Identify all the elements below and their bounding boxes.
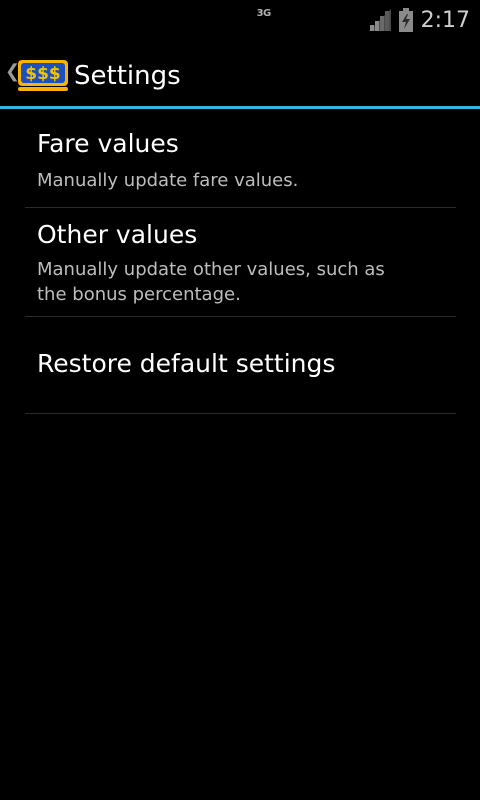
pref-title: Restore default settings — [37, 349, 336, 378]
pref-summary: Manually update other values, such as th… — [37, 259, 385, 305]
page-title: Settings — [74, 61, 181, 91]
pref-summary: Manually update fare values. — [37, 170, 299, 191]
pref-title: Fare values — [37, 129, 179, 158]
preference-list: Fare values Manually update fare values.… — [25, 109, 456, 414]
network-type-label: 3G — [256, 8, 272, 19]
battery-charging-icon — [398, 8, 413, 32]
pref-title: Other values — [37, 220, 198, 249]
signal-bars-icon — [368, 9, 391, 31]
action-bar: ❮ $$$ Settings — [0, 38, 480, 108]
status-icons: 3G 2:17 — [257, 6, 470, 34]
status-bar: 3G 2:17 — [0, 0, 480, 38]
dollar-signs-icon[interactable]: $$$ — [18, 58, 68, 92]
pref-fare-values[interactable]: Fare values Manually update fare values. — [25, 109, 456, 208]
pref-other-values[interactable]: Other values Manually update other value… — [25, 208, 456, 317]
pref-restore-defaults[interactable]: Restore default settings — [25, 317, 456, 414]
svg-text:$$$: $$$ — [25, 64, 61, 84]
clock: 2:17 — [420, 7, 470, 33]
